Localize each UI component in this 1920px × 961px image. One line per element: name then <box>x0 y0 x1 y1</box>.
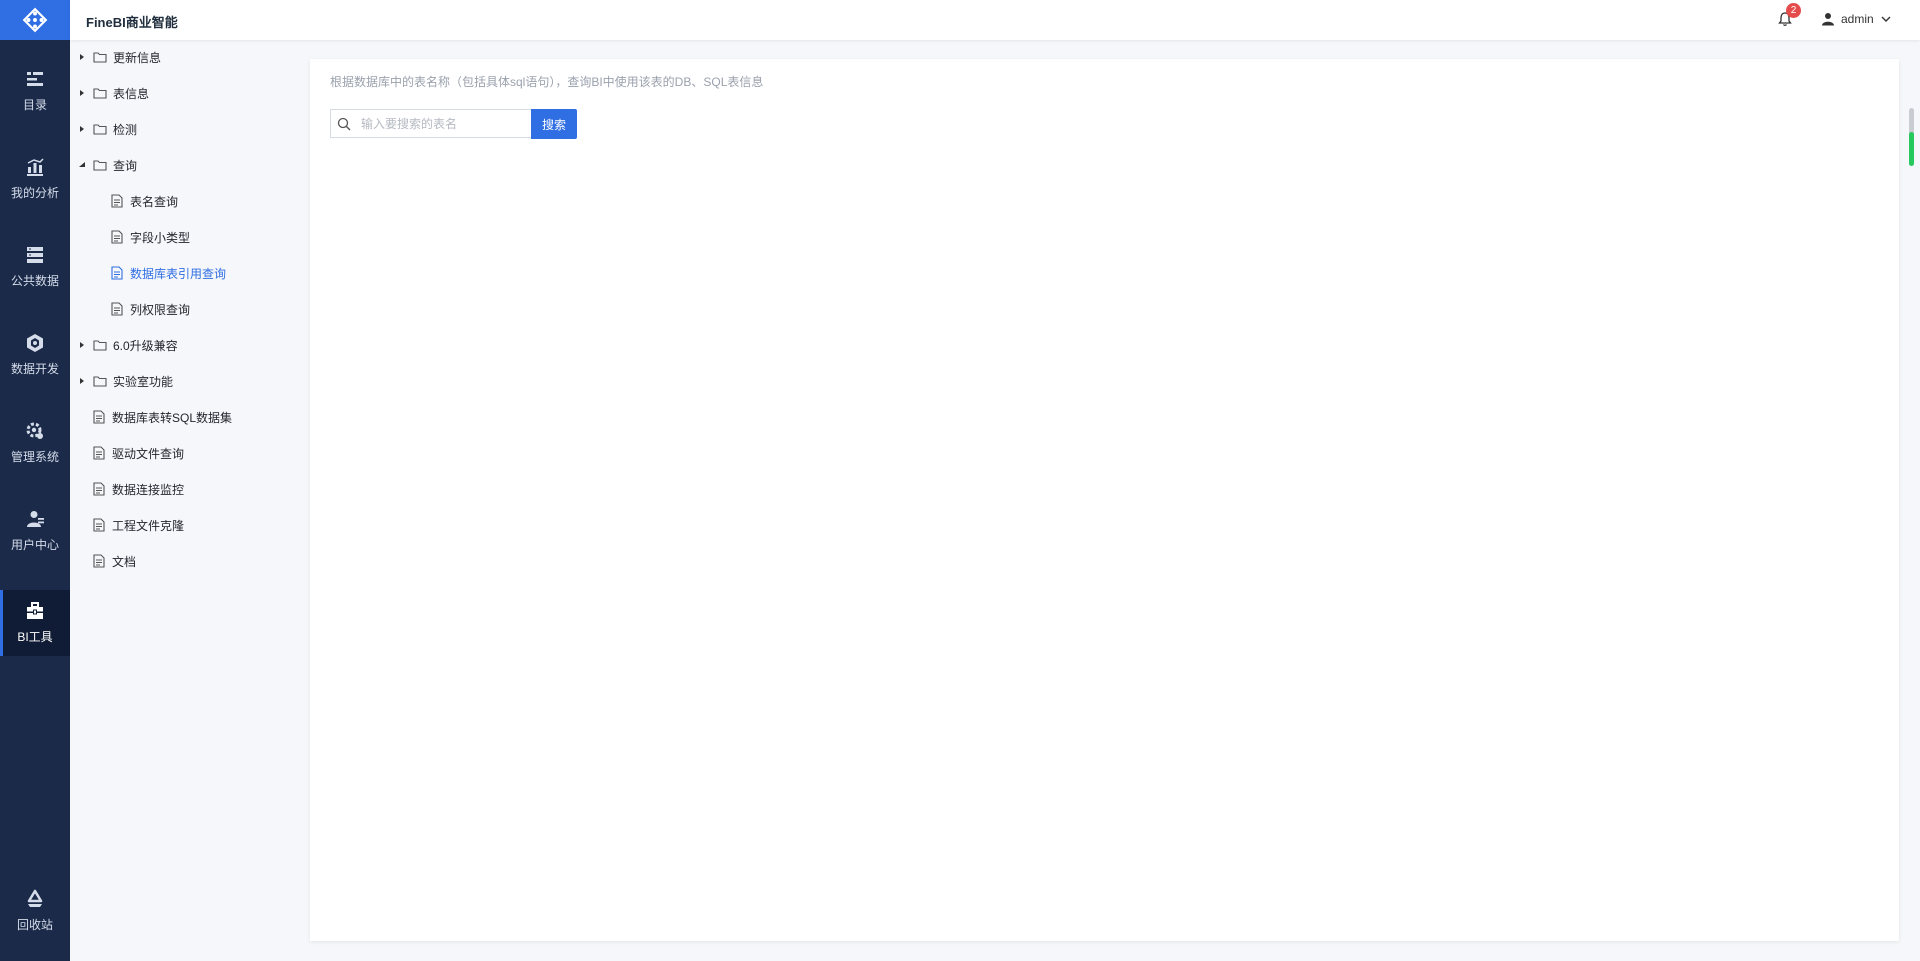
folder-icon <box>93 88 107 99</box>
tree-item-label: 检测 <box>113 122 138 137</box>
catalog-icon <box>27 72 43 86</box>
finebi-logo-icon <box>22 7 48 33</box>
tree-item-label: 更新信息 <box>113 50 162 65</box>
tree-item-driver-file-query[interactable]: 驱动文件查询 <box>92 442 184 464</box>
table-name-search-input[interactable] <box>359 115 523 132</box>
tree-item-label: 列权限查询 <box>130 302 191 317</box>
nav-item-label: 公共数据 <box>10 274 59 288</box>
tree-item-label: 实验室功能 <box>113 374 174 389</box>
tree-item-db-table-reference-query[interactable]: 数据库表引用查询 <box>110 262 226 284</box>
tree-item-table-name-query[interactable]: 表名查询 <box>110 190 178 212</box>
search-button[interactable]: 搜索 <box>531 109 577 139</box>
folder-icon <box>93 340 107 351</box>
document-icon <box>93 482 105 496</box>
tree-folder-60-upgrade[interactable]: 6.0升级兼容 <box>77 334 178 356</box>
analysis-icon <box>27 158 44 176</box>
document-icon <box>111 266 123 280</box>
tree-item-label: 表信息 <box>113 86 150 101</box>
caret-right-icon[interactable] <box>77 340 87 350</box>
nav-item-label: 数据开发 <box>10 362 59 376</box>
tree-item-label: 表名查询 <box>130 194 179 209</box>
folder-open-icon <box>93 160 107 171</box>
tree-folder-lab-features[interactable]: 实验室功能 <box>77 370 173 392</box>
folder-icon <box>93 124 107 135</box>
document-icon <box>111 230 123 244</box>
finebi-logo[interactable] <box>0 0 70 40</box>
user-menu[interactable]: admin <box>1821 12 1892 26</box>
nav-item-user-center[interactable]: 用户中心 <box>0 498 70 564</box>
recycle-icon <box>27 889 43 907</box>
tree-item-label: 字段小类型 <box>130 230 191 245</box>
tree-folder-query[interactable]: 查询 <box>77 154 137 176</box>
tree-item-label: 工程文件克隆 <box>112 518 185 533</box>
tree-item-label: 数据库表引用查询 <box>130 266 227 281</box>
app-title: FineBI商业智能 <box>86 15 178 30</box>
tree-item-label: 文档 <box>112 554 137 569</box>
tree-folder-table-info[interactable]: 表信息 <box>77 82 149 104</box>
caret-right-icon[interactable] <box>77 52 87 62</box>
main-nav: 目录 我的分析 公共数据 数据开发 管理系统 用户中心 BI工具 回收站 <box>0 0 70 961</box>
caret-right-icon[interactable] <box>77 376 87 386</box>
data-dev-icon <box>27 334 43 352</box>
nav-item-management[interactable]: 管理系统 <box>0 410 70 476</box>
tree-item-db-table-to-sql[interactable]: 数据库表转SQL数据集 <box>92 406 232 428</box>
notification-badge: 2 <box>1786 3 1801 18</box>
nav-item-bi-tools[interactable]: BI工具 <box>0 590 70 656</box>
user-center-icon <box>27 511 44 527</box>
caret-down-icon[interactable] <box>77 160 87 170</box>
toolbox-icon <box>27 602 43 619</box>
nav-item-recycle-bin[interactable]: 回收站 <box>0 878 70 944</box>
nav-item-catalog[interactable]: 目录 <box>0 58 70 124</box>
tree-item-label: 6.0升级兼容 <box>113 338 178 353</box>
tree-item-label: 查询 <box>113 158 138 173</box>
scrollbar-indicator <box>1909 132 1914 166</box>
tool-description: 根据数据库中的表名称（包括具体sql语句），查询BI中使用该表的DB、SQL表信… <box>330 75 764 89</box>
document-icon <box>111 194 123 208</box>
tree-item-label: 驱动文件查询 <box>112 446 185 461</box>
tree-folder-update-info[interactable]: 更新信息 <box>77 46 161 68</box>
nav-item-label: 回收站 <box>16 918 53 932</box>
tree-folder-check[interactable]: 检测 <box>77 118 137 140</box>
tree-item-connection-monitor[interactable]: 数据连接监控 <box>92 478 184 500</box>
nav-item-label: 管理系统 <box>10 450 59 464</box>
caret-right-icon[interactable] <box>77 88 87 98</box>
top-header: FineBI商业智能 2 admin <box>70 0 1920 40</box>
nav-item-label: 用户中心 <box>10 538 59 552</box>
folder-icon <box>93 52 107 63</box>
nav-item-label: 目录 <box>22 98 47 112</box>
tree-item-field-subtype[interactable]: 字段小类型 <box>110 226 190 248</box>
content-panel: 根据数据库中的表名称（包括具体sql语句），查询BI中使用该表的DB、SQL表信… <box>310 59 1899 941</box>
tree-item-docs[interactable]: 文档 <box>92 550 136 572</box>
nav-item-data-dev[interactable]: 数据开发 <box>0 322 70 388</box>
chevron-down-icon <box>1881 16 1891 22</box>
document-icon <box>93 518 105 532</box>
caret-right-icon[interactable] <box>77 124 87 134</box>
nav-item-my-analysis[interactable]: 我的分析 <box>0 146 70 212</box>
nav-item-public-data[interactable]: 公共数据 <box>0 234 70 300</box>
document-icon <box>93 554 105 568</box>
nav-item-label: 我的分析 <box>10 186 59 200</box>
public-data-icon <box>27 247 43 263</box>
document-icon <box>111 302 123 316</box>
nav-item-label: BI工具 <box>17 630 53 644</box>
tool-tree: 更新信息 表信息 检测 查询 表名查询 字段小类型 数据库表引用查询 列权限查询… <box>70 40 295 961</box>
tree-item-label: 数据库表转SQL数据集 <box>112 410 233 425</box>
tree-item-label: 数据连接监控 <box>112 482 185 497</box>
tree-item-column-permission-query[interactable]: 列权限查询 <box>110 298 190 320</box>
search-box <box>330 109 531 138</box>
document-icon <box>93 410 105 424</box>
tree-item-project-clone[interactable]: 工程文件克隆 <box>92 514 184 536</box>
gear-icon <box>26 422 43 439</box>
folder-icon <box>93 376 107 387</box>
user-icon <box>1822 13 1834 26</box>
username: admin <box>1841 12 1874 26</box>
document-icon <box>93 446 105 460</box>
search-icon <box>337 117 351 130</box>
